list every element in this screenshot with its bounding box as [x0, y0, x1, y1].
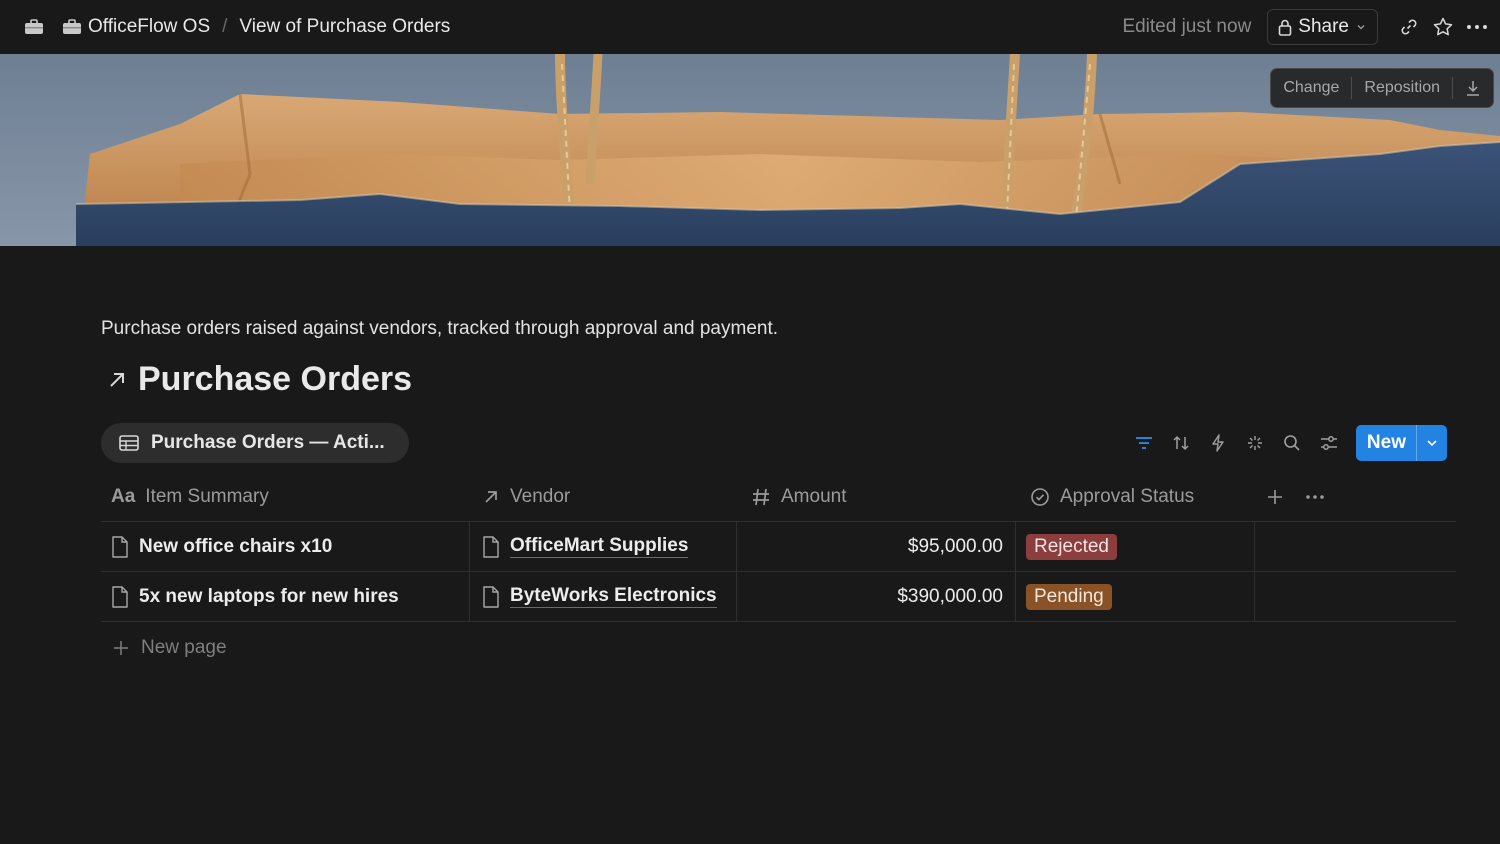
- chevron-down-icon: [1425, 436, 1439, 450]
- page-title: Purchase Orders: [138, 360, 413, 398]
- hash-icon: [751, 487, 771, 507]
- item-summary-text: New office chairs x10: [139, 535, 333, 557]
- new-button[interactable]: New: [1356, 425, 1416, 461]
- download-icon: [1465, 79, 1481, 97]
- reposition-cover-button[interactable]: Reposition: [1352, 69, 1452, 107]
- share-label: Share: [1298, 16, 1349, 37]
- vendor-cell[interactable]: ByteWorks Electronics: [470, 572, 737, 621]
- lightning-icon: [1211, 434, 1225, 452]
- plus-icon: [113, 640, 129, 656]
- page-cover: Change Reposition: [0, 54, 1500, 246]
- ai-sparkle-button[interactable]: [1237, 425, 1274, 461]
- amount-cell[interactable]: $95,000.00: [737, 522, 1016, 571]
- column-header-approval-status[interactable]: Approval Status: [1016, 472, 1255, 521]
- page-icon: [482, 585, 500, 608]
- vendor-link[interactable]: ByteWorks Electronics: [510, 585, 717, 608]
- page-icon: [111, 585, 129, 608]
- search-icon: [1283, 434, 1301, 452]
- status-icon: [1030, 487, 1050, 507]
- vendor-cell[interactable]: OfficeMart Supplies: [470, 522, 737, 571]
- linked-arrow-icon: [106, 369, 128, 391]
- briefcase-icon: [24, 18, 44, 36]
- sort-icon: [1172, 434, 1190, 452]
- breadcrumb: OfficeFlow OS / View of Purchase Orders: [24, 0, 454, 54]
- column-header-actions: [1255, 472, 1456, 521]
- empty-cell: [1255, 572, 1456, 621]
- sliders-icon: [1320, 435, 1338, 451]
- item-summary-cell[interactable]: 5x new laptops for new hires: [101, 572, 470, 621]
- empty-cell: [1255, 522, 1456, 571]
- lock-icon: [1278, 19, 1292, 36]
- share-button[interactable]: Share: [1267, 9, 1378, 45]
- link-icon: [1399, 17, 1419, 37]
- reposition-cover-label: Reposition: [1364, 79, 1440, 96]
- topbar-actions: Edited just now Share: [1122, 0, 1500, 54]
- amount-cell[interactable]: $390,000.00: [737, 572, 1016, 621]
- vendor-link[interactable]: OfficeMart Supplies: [510, 535, 689, 558]
- search-button[interactable]: [1274, 425, 1311, 461]
- new-button-label: New: [1366, 432, 1406, 453]
- view-settings-button[interactable]: [1311, 425, 1348, 461]
- column-label: Approval Status: [1060, 485, 1195, 507]
- new-button-group: New: [1355, 425, 1447, 461]
- view-toolbar: Purchase Orders — Acti... New: [101, 423, 1456, 463]
- table-icon: [119, 434, 139, 452]
- page-icon: [111, 535, 129, 558]
- new-page-label: New page: [141, 637, 227, 658]
- status-badge: Rejected: [1026, 533, 1117, 560]
- relation-arrow-icon: [482, 488, 500, 506]
- add-property-button[interactable]: [1267, 489, 1283, 505]
- sort-button[interactable]: [1163, 425, 1200, 461]
- item-summary-text: 5x new laptops for new hires: [139, 585, 399, 607]
- sparkle-icon: [1246, 434, 1264, 452]
- more-horizontal-icon: [1466, 24, 1488, 30]
- breadcrumb-separator: /: [222, 16, 228, 37]
- page-icon: [482, 535, 500, 558]
- approval-status-cell[interactable]: Pending: [1016, 572, 1255, 621]
- copy-link-button[interactable]: [1392, 10, 1426, 44]
- database-table: Aa Item Summary Vendor Amount Approval S…: [101, 472, 1456, 674]
- edited-status: Edited just now: [1122, 16, 1252, 37]
- table-row[interactable]: New office chairs x10 OfficeMart Supplie…: [101, 522, 1456, 572]
- favorite-button[interactable]: [1426, 10, 1460, 44]
- view-tools: New: [1126, 425, 1447, 461]
- new-dropdown-button[interactable]: [1416, 425, 1447, 461]
- column-label: Amount: [781, 485, 847, 507]
- breadcrumb-workspace-label: OfficeFlow OS: [88, 16, 211, 37]
- view-tab[interactable]: Purchase Orders — Acti...: [101, 423, 409, 463]
- column-label: Item Summary: [145, 485, 269, 507]
- cover-controls: Change Reposition: [1270, 68, 1494, 108]
- item-summary-cell[interactable]: New office chairs x10: [101, 522, 470, 571]
- column-header-amount[interactable]: Amount: [737, 472, 1016, 521]
- table-row[interactable]: 5x new laptops for new hires ByteWorks E…: [101, 572, 1456, 622]
- briefcase-icon: [62, 18, 82, 36]
- page-description: Purchase orders raised against vendors, …: [101, 318, 779, 339]
- star-icon: [1432, 16, 1454, 38]
- automation-button[interactable]: [1200, 425, 1237, 461]
- column-header-vendor[interactable]: Vendor: [470, 472, 737, 521]
- new-page-row[interactable]: New page: [101, 622, 1456, 674]
- more-horizontal-icon[interactable]: [1305, 494, 1325, 500]
- status-badge: Pending: [1026, 583, 1112, 610]
- filter-button[interactable]: [1126, 425, 1163, 461]
- chevron-down-icon: [1355, 21, 1367, 33]
- aa-text-icon: Aa: [111, 485, 136, 507]
- filter-icon: [1135, 436, 1153, 450]
- column-label: Vendor: [510, 485, 571, 507]
- top-bar: OfficeFlow OS / View of Purchase Orders …: [0, 0, 1500, 54]
- change-cover-button[interactable]: Change: [1271, 69, 1351, 107]
- view-tab-label: Purchase Orders — Acti...: [151, 432, 385, 453]
- download-cover-button[interactable]: [1453, 69, 1493, 107]
- more-options-button[interactable]: [1460, 10, 1494, 44]
- table-header: Aa Item Summary Vendor Amount Approval S…: [101, 472, 1456, 522]
- breadcrumb-workspace[interactable]: OfficeFlow OS: [58, 12, 214, 42]
- change-cover-label: Change: [1283, 79, 1340, 96]
- page-title-row: Purchase Orders: [106, 360, 412, 399]
- breadcrumb-page-label: View of Purchase Orders: [239, 16, 451, 37]
- column-header-item-summary[interactable]: Aa Item Summary: [101, 472, 470, 521]
- approval-status-cell[interactable]: Rejected: [1016, 522, 1255, 571]
- breadcrumb-page[interactable]: View of Purchase Orders: [235, 12, 454, 42]
